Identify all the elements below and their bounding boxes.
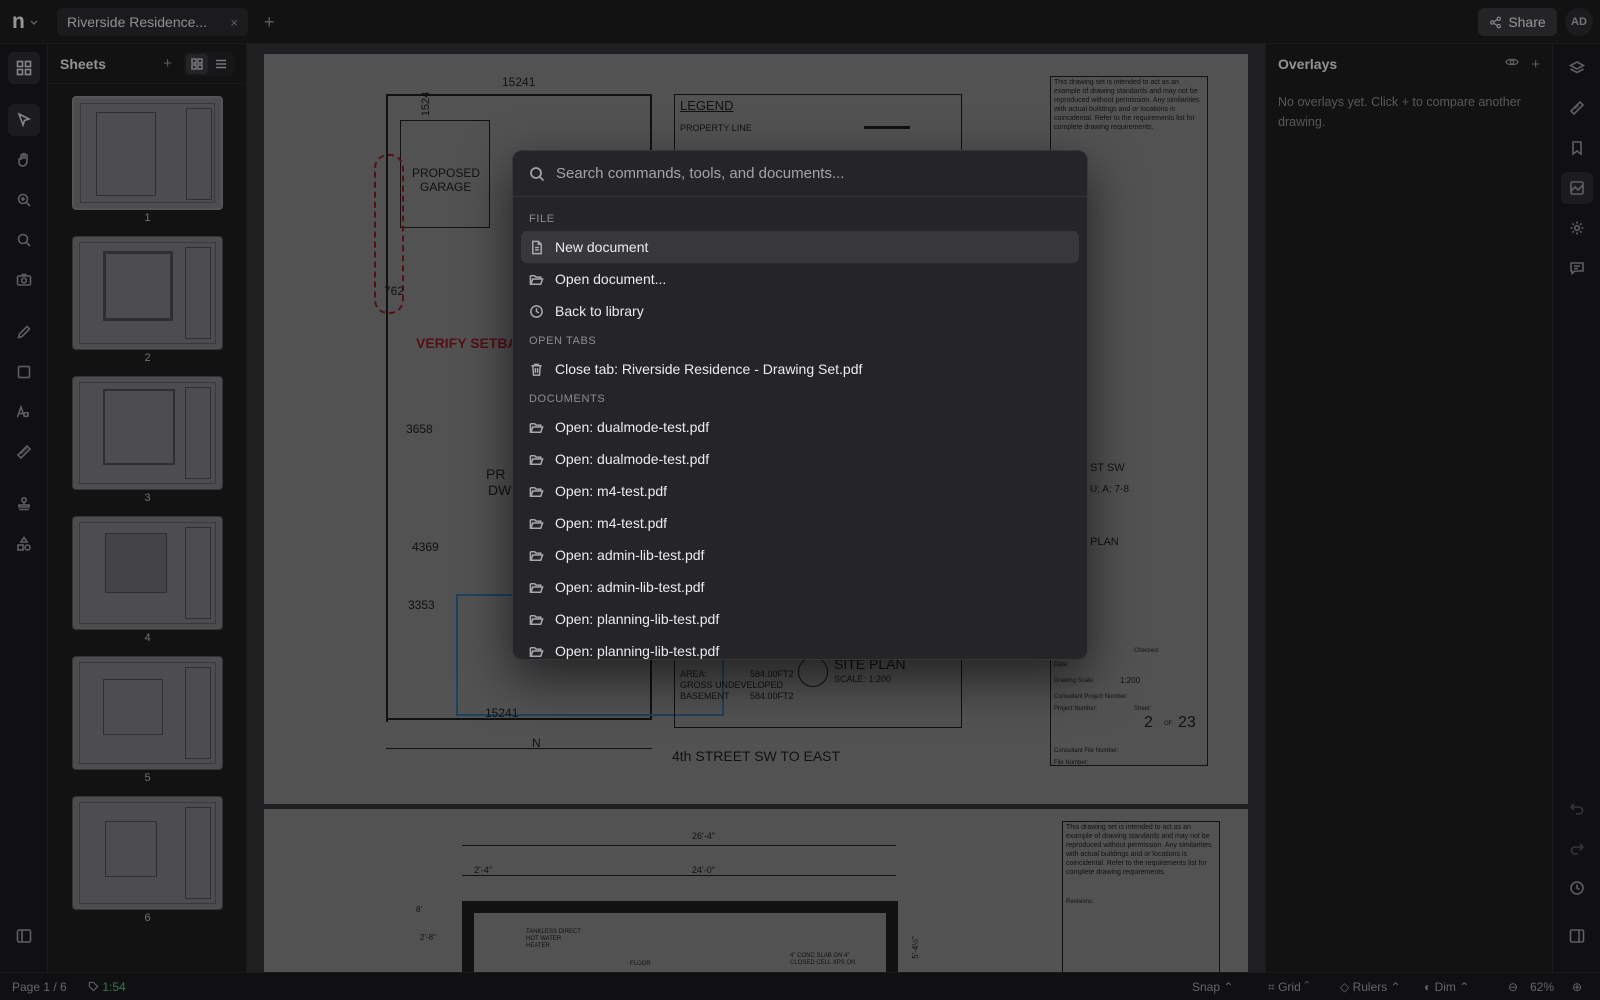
command-item[interactable]: Open: planning-lib-test.pdf (521, 635, 1079, 659)
folder-open-icon (529, 646, 544, 657)
command-item-label: Open document... (555, 271, 667, 287)
command-item-label: Open: dualmode-test.pdf (555, 419, 710, 435)
folder-open-icon (529, 422, 544, 433)
command-results: FILE New document Open document... Back to … (513, 197, 1087, 659)
command-item-label: Open: admin-lib-test.pdf (555, 547, 705, 563)
command-item-label: Open: m4-test.pdf (555, 515, 668, 531)
search-icon (530, 166, 545, 181)
command-group-label: OPEN TABS (529, 335, 597, 347)
command-search-input[interactable] (556, 165, 1071, 182)
command-item[interactable]: Close tab: Riverside Residence - Drawing… (521, 353, 1079, 385)
command-item[interactable]: Back to library (521, 295, 1079, 327)
command-item-label: Open: dualmode-test.pdf (555, 451, 710, 467)
command-item[interactable]: Open: m4-test.pdf (521, 475, 1079, 507)
command-item-label: Open: planning-lib-test.pdf (555, 611, 720, 627)
command-group-label: DOCUMENTS (529, 393, 606, 405)
command-item[interactable]: Open: m4-test.pdf (521, 507, 1079, 539)
command-item-label: Close tab: Riverside Residence - Drawing… (555, 361, 863, 377)
command-item[interactable]: Open: dualmode-test.pdf (521, 443, 1079, 475)
command-item-label: Open: planning-lib-test.pdf (555, 643, 720, 659)
folder-open-icon (529, 550, 544, 561)
command-item-label: New document (555, 239, 649, 255)
command-item[interactable]: Open: admin-lib-test.pdf (521, 571, 1079, 603)
command-item-label: Open: m4-test.pdf (555, 483, 668, 499)
folder-open-icon (529, 582, 544, 593)
command-search-bar (513, 151, 1087, 197)
folder-open-icon (529, 454, 544, 465)
clock-icon (530, 304, 543, 318)
command-group-label: FILE (529, 213, 555, 225)
folder-open-icon (529, 614, 544, 625)
folder-open-icon (529, 518, 544, 529)
new-document-icon (532, 240, 542, 254)
command-item[interactable]: Open: dualmode-test.pdf (521, 411, 1079, 443)
command-item-label: Open: admin-lib-test.pdf (555, 579, 705, 595)
command-item-label: Back to library (555, 303, 644, 319)
command-item[interactable]: Open document... (521, 263, 1079, 295)
folder-open-icon (529, 486, 544, 497)
trash-icon (531, 363, 542, 376)
command-item[interactable]: New document (521, 231, 1079, 263)
command-palette: FILE New document Open document... Back to … (512, 150, 1088, 660)
folder-open-icon (529, 274, 544, 285)
command-item[interactable]: Open: admin-lib-test.pdf (521, 539, 1079, 571)
command-item[interactable]: Open: planning-lib-test.pdf (521, 603, 1079, 635)
